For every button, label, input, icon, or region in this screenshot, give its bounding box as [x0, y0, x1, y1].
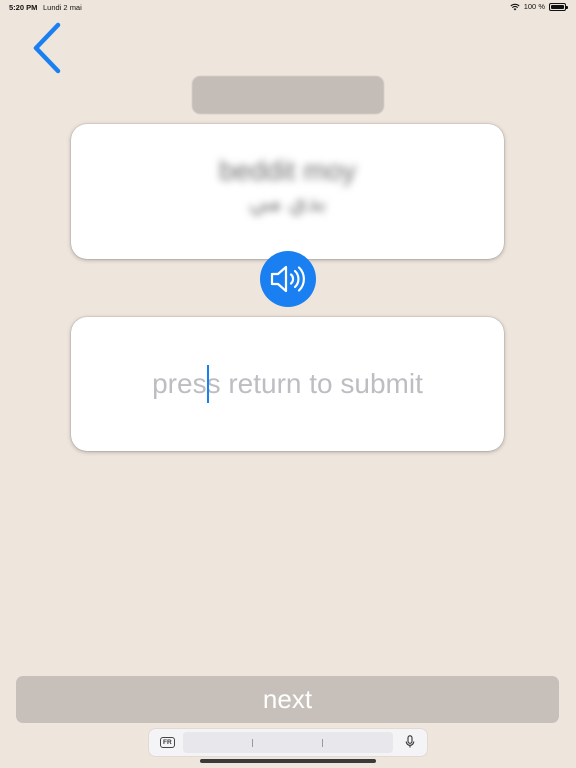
- microphone-icon[interactable]: [405, 735, 415, 749]
- status-bar: 5:20 PM Lundi 2 mai 100 %: [0, 0, 576, 14]
- prompt-arabic: بدي مي: [248, 189, 327, 216]
- battery-percent: 100 %: [523, 2, 545, 11]
- answer-card: [71, 317, 504, 451]
- status-date: Lundi 2 mai: [43, 3, 82, 12]
- prompt-text: beddit moy بدي مي: [71, 154, 504, 218]
- speaker-wave-icon: [270, 265, 305, 293]
- status-indicators: 100 %: [510, 2, 568, 11]
- title-placeholder: [192, 76, 384, 114]
- wifi-icon: [510, 3, 520, 10]
- suggestion-divider: [252, 739, 253, 747]
- text-caret: [207, 365, 209, 403]
- prompt-card: beddit moy بدي مي: [71, 124, 504, 259]
- keyboard-language-button[interactable]: FR: [160, 737, 175, 748]
- next-button[interactable]: next: [16, 676, 559, 723]
- suggestion-divider: [322, 739, 323, 747]
- battery-icon: [549, 2, 568, 11]
- back-button[interactable]: [24, 20, 68, 76]
- answer-input[interactable]: [71, 317, 504, 451]
- suggestion-bar[interactable]: [183, 732, 393, 753]
- home-indicator: [200, 759, 376, 763]
- play-audio-button[interactable]: [260, 251, 316, 307]
- keyboard-shortcut-bar: FR: [149, 729, 427, 756]
- prompt-transliteration: beddit moy: [219, 155, 356, 186]
- chevron-left-icon: [33, 22, 61, 74]
- status-time: 5:20 PM: [9, 3, 38, 12]
